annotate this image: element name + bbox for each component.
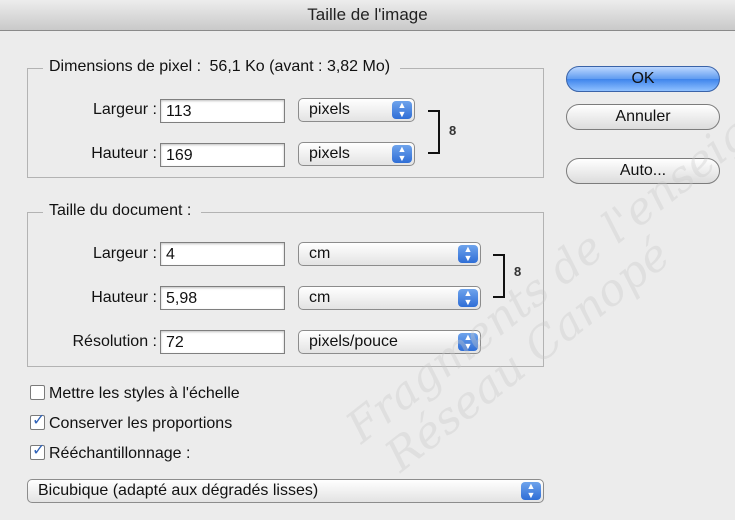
doc-height-unit-value: cm [309,289,331,306]
pixel-height-unit-select[interactable]: pixels ▲ ▼ [298,142,415,166]
resolution-unit-value: pixels/pouce [309,333,398,350]
doc-width-unit-value: cm [309,245,331,262]
resolution-label: Résolution : [72,333,158,350]
pixel-width-unit-select[interactable]: pixels ▲ ▼ [298,98,415,122]
constrain-proportions-checkbox[interactable]: ✓ Conserver les proportions [30,412,233,434]
constrain-proportions-label: Conserver les proportions [49,415,233,432]
popup-arrows-icon: ▲ ▼ [458,333,478,351]
popup-arrows-icon: ▲ ▼ [392,101,412,119]
document-link-chain-icon[interactable]: 8 [514,265,521,278]
doc-width-input[interactable]: 4 [160,242,285,266]
scale-styles-checkbox[interactable]: Mettre les styles à l'échelle [30,384,240,404]
pixel-link-bracket [428,110,440,154]
resolution-unit-select[interactable]: pixels/pouce ▲ ▼ [298,330,481,354]
auto-button[interactable]: Auto... [566,158,720,184]
doc-width-label: Largeur : [92,245,157,262]
popup-arrows-icon: ▲ ▼ [458,289,478,307]
resample-method-value: Bicubique (adapté aux dégradés lisses) [38,482,319,499]
document-link-bracket [493,254,505,298]
pixel-dimensions-label: Dimensions de pixel : [49,58,202,75]
pixel-width-label: Largeur : [92,101,157,118]
resolution-input[interactable]: 72 [160,330,285,354]
resample-checkbox[interactable]: ✓ Rééchantillonnage : [30,442,191,464]
popup-arrows-icon: ▲ ▼ [392,145,412,163]
window-title: Taille de l'image [307,5,428,24]
popup-arrows-icon: ▲ ▼ [458,245,478,263]
pixel-height-input[interactable]: 169 [160,143,285,167]
cancel-button[interactable]: Annuler [566,104,720,130]
pixel-dimensions-legend: Dimensions de pixel : 56,1 Ko (avant : 3… [43,58,401,76]
doc-width-unit-select[interactable]: cm ▲ ▼ [298,242,481,266]
document-size-label: Taille du document : [49,202,192,219]
pixel-height-label: Hauteur : [91,145,157,162]
pixel-link-chain-icon[interactable]: 8 [449,124,456,137]
doc-height-input[interactable]: 5,98 [160,286,285,310]
ok-button[interactable]: OK [566,66,720,92]
doc-height-unit-select[interactable]: cm ▲ ▼ [298,286,481,310]
unchecked-box-icon [30,385,45,400]
title-bar: Taille de l'image [0,0,735,31]
resample-method-select[interactable]: Bicubique (adapté aux dégradés lisses) ▲… [27,479,544,503]
checkmark-icon: ✓ [30,412,46,430]
pixel-size-info: 56,1 Ko (avant : 3,82 Mo) [209,58,391,75]
doc-height-label: Hauteur : [91,289,157,306]
pixel-width-unit-value: pixels [309,101,350,118]
popup-arrows-icon: ▲ ▼ [521,482,541,500]
checkmark-icon: ✓ [30,442,46,460]
pixel-width-input[interactable]: 113 [160,99,285,123]
scale-styles-label: Mettre les styles à l'échelle [49,385,240,402]
resample-label: Rééchantillonnage : [49,445,191,462]
document-size-legend: Taille du document : [43,202,202,220]
pixel-height-unit-value: pixels [309,145,350,162]
